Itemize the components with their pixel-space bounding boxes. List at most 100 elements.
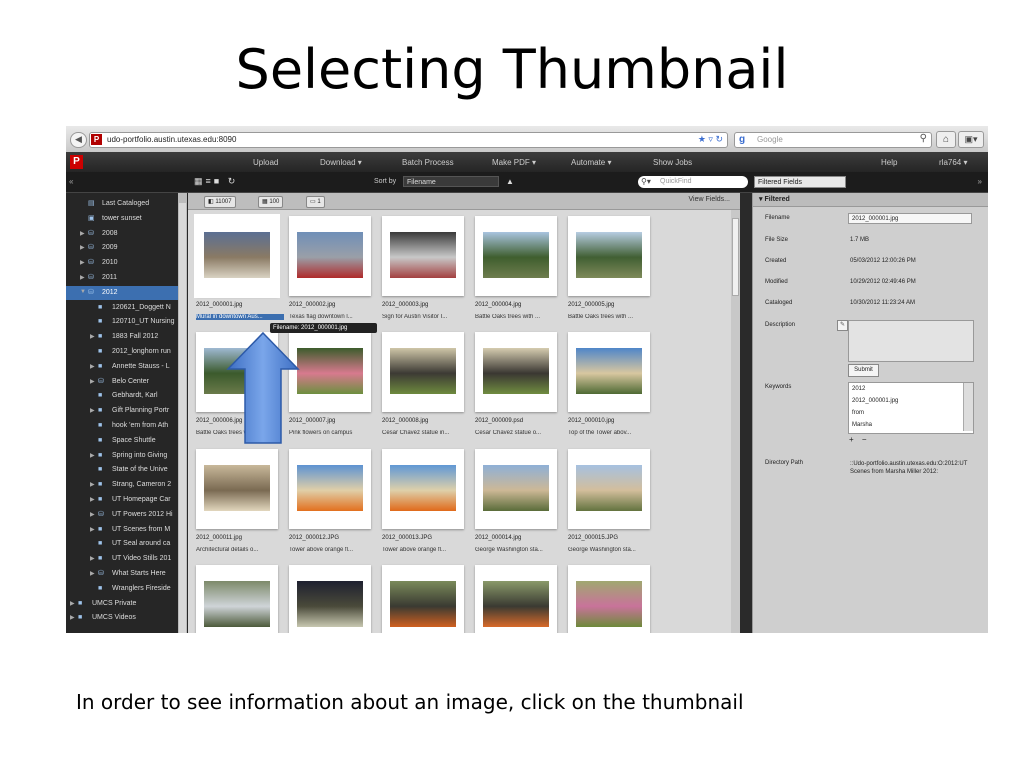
tree-twisty-icon[interactable]: ▶	[90, 407, 95, 414]
sidebar-item[interactable]: ▶ ⛁ 2010	[66, 256, 178, 270]
tree-twisty-icon[interactable]: ▶	[90, 481, 95, 488]
tree-twisty-icon[interactable]: ▶	[70, 614, 75, 621]
filename-field[interactable]: 2012_000001.jpg	[848, 213, 972, 224]
thumbnail-image[interactable]	[204, 465, 270, 511]
thumbnail-card[interactable]	[475, 565, 557, 633]
sidebar-item[interactable]: ▶ ■ Strang, Cameron 2	[66, 478, 178, 492]
thumbnail-image[interactable]	[390, 232, 456, 278]
tree-twisty-icon[interactable]: ▶	[90, 570, 95, 577]
sidebar-item[interactable]: ■ 120710_UT Nursing	[66, 315, 178, 329]
thumbnail-card[interactable]	[382, 565, 464, 633]
thumbnail-card[interactable]	[194, 214, 280, 298]
sidebar-item[interactable]: ■ Gebhardt, Karl	[66, 389, 178, 403]
tree-twisty-icon[interactable]: ▶	[90, 511, 95, 518]
keyword-item[interactable]: 2012_000001.jpg	[852, 398, 898, 404]
thumbnail-image[interactable]	[576, 232, 642, 278]
thumb-count-badge[interactable]: ▦ 100	[258, 196, 284, 208]
sidebar-item[interactable]: ▶ ■ Spring into Giving	[66, 449, 178, 463]
thumbnail-image[interactable]	[390, 348, 456, 394]
quickfind-input[interactable]: ⚲▾ QuickFind	[638, 176, 748, 188]
tree-twisty-icon[interactable]: ▶	[90, 526, 95, 533]
sort-select[interactable]: Filename	[403, 176, 499, 187]
extension-menu-icon[interactable]: ▣▾	[958, 131, 984, 148]
sidebar-item[interactable]: ▶ ⛁ 2011	[66, 271, 178, 285]
tree-twisty-icon[interactable]: ▶	[70, 600, 75, 607]
view-mode-icons[interactable]: ▦≡■ ↻	[194, 176, 238, 187]
keyword-add-remove-buttons[interactable]: + −	[849, 435, 870, 444]
sidebar-item[interactable]: ▶ ■ UT Video Stills 201	[66, 552, 178, 566]
tree-twisty-icon[interactable]: ▶	[90, 555, 95, 562]
description-textarea[interactable]	[848, 320, 974, 362]
sidebar-item[interactable]: ■ Wranglers Fireside	[66, 582, 178, 596]
sidebar-scrollbar[interactable]	[178, 193, 187, 633]
thumbnail-image[interactable]	[390, 465, 456, 511]
tree-twisty-icon[interactable]: ▶	[80, 230, 85, 237]
menu-make-pdf[interactable]: Make PDF ▾	[492, 158, 536, 167]
page-count-badge[interactable]: ▭ 1	[306, 196, 325, 208]
sidebar-item[interactable]: ▶ ⛁ 2008	[66, 227, 178, 241]
menu-upload[interactable]: Upload	[253, 158, 278, 167]
tree-twisty-icon[interactable]: ▶	[90, 363, 95, 370]
sidebar-item[interactable]: ▶ ■ Annette Stauss - L	[66, 360, 178, 374]
thumbnail-image[interactable]	[204, 232, 270, 278]
search-icon[interactable]: ⚲	[920, 133, 927, 144]
thumbnail-card[interactable]	[568, 216, 650, 296]
browser-search-field[interactable]: g Google ⚲	[734, 132, 932, 148]
sidebar-item[interactable]: ▶ ■ Gift Planning Portr	[66, 404, 178, 418]
sidebar-item[interactable]: ▶ ■ 1883 Fall 2012	[66, 330, 178, 344]
sidebar-item[interactable]: ▶ ■ UMCS Videos	[66, 611, 178, 625]
sidebar-item[interactable]: ▶ ■ UT Homepage Car	[66, 493, 178, 507]
menu-automate[interactable]: Automate ▾	[571, 158, 611, 167]
thumbnail-card[interactable]	[289, 449, 371, 529]
sidebar-item[interactable]: ▶ ⛁ Belo Center	[66, 375, 178, 389]
sidebar-item[interactable]: ▶ ⛁ 2009	[66, 241, 178, 255]
thumbnail-image[interactable]	[297, 465, 363, 511]
user-menu[interactable]: rla764 ▾	[939, 158, 967, 167]
tree-twisty-icon[interactable]: ▶	[90, 496, 95, 503]
thumbnail-card[interactable]	[382, 216, 464, 296]
menu-help[interactable]: Help	[881, 158, 897, 167]
tree-twisty-icon[interactable]: ▶	[80, 259, 85, 266]
keywords-scrollbar[interactable]	[963, 383, 973, 431]
thumbnail-card[interactable]	[475, 449, 557, 529]
thumbnail-card[interactable]	[196, 565, 278, 633]
sidebar-item[interactable]: ■ 2012_longhorn run	[66, 345, 178, 359]
thumbnail-image[interactable]	[576, 465, 642, 511]
tree-twisty-icon[interactable]: ▶	[90, 378, 95, 385]
edit-description-icon[interactable]: ✎	[837, 320, 848, 331]
tree-twisty-icon[interactable]: ▼	[80, 289, 86, 295]
thumbnail-image[interactable]	[576, 348, 642, 394]
thumbnail-image[interactable]	[576, 581, 642, 627]
thumbnail-card[interactable]	[475, 216, 557, 296]
menu-batch-process[interactable]: Batch Process	[402, 158, 454, 167]
menu-show-jobs[interactable]: Show Jobs	[653, 158, 692, 167]
thumbnail-image[interactable]	[297, 581, 363, 627]
thumbnail-image[interactable]	[483, 232, 549, 278]
collapse-left-icon[interactable]: «	[69, 177, 73, 186]
tree-twisty-icon[interactable]: ▶	[90, 452, 95, 459]
sidebar-item[interactable]: ▣ tower sunset	[66, 212, 178, 226]
sidebar-item[interactable]: ▼ ⛁ 2012	[66, 285, 178, 300]
thumbnail-card[interactable]	[568, 332, 650, 412]
keyword-item[interactable]: 2012	[852, 386, 865, 392]
thumbnail-card[interactable]	[289, 332, 371, 412]
thumbnail-image[interactable]	[390, 581, 456, 627]
grid-scrollbar[interactable]	[731, 210, 740, 633]
filtered-header[interactable]: ▾ Filtered	[753, 193, 988, 207]
sidebar-item[interactable]: ■ UT Seal around ca	[66, 537, 178, 551]
thumbnail-image[interactable]	[204, 581, 270, 627]
tree-twisty-icon[interactable]: ▶	[90, 333, 95, 340]
menu-download[interactable]: Download ▾	[320, 158, 362, 167]
thumbnail-image[interactable]	[483, 348, 549, 394]
sidebar-item[interactable]: ▶ ■ UMCS Private	[66, 597, 178, 611]
tree-twisty-icon[interactable]: ▶	[80, 244, 85, 251]
keyword-item[interactable]: from	[852, 410, 864, 416]
sidebar-item[interactable]: ■ 120621_Doggett N	[66, 301, 178, 315]
sidebar-item[interactable]: ■ hook 'em from Ath	[66, 419, 178, 433]
sidebar-item[interactable]: ▶ ■ UT Scenes from M	[66, 523, 178, 537]
submit-button[interactable]: Submit	[848, 364, 879, 377]
sort-direction-icon[interactable]: ▲	[506, 177, 514, 186]
thumbnail-image[interactable]	[297, 232, 363, 278]
thumbnail-card[interactable]	[568, 449, 650, 529]
collapse-right-icon[interactable]: »	[978, 177, 982, 186]
